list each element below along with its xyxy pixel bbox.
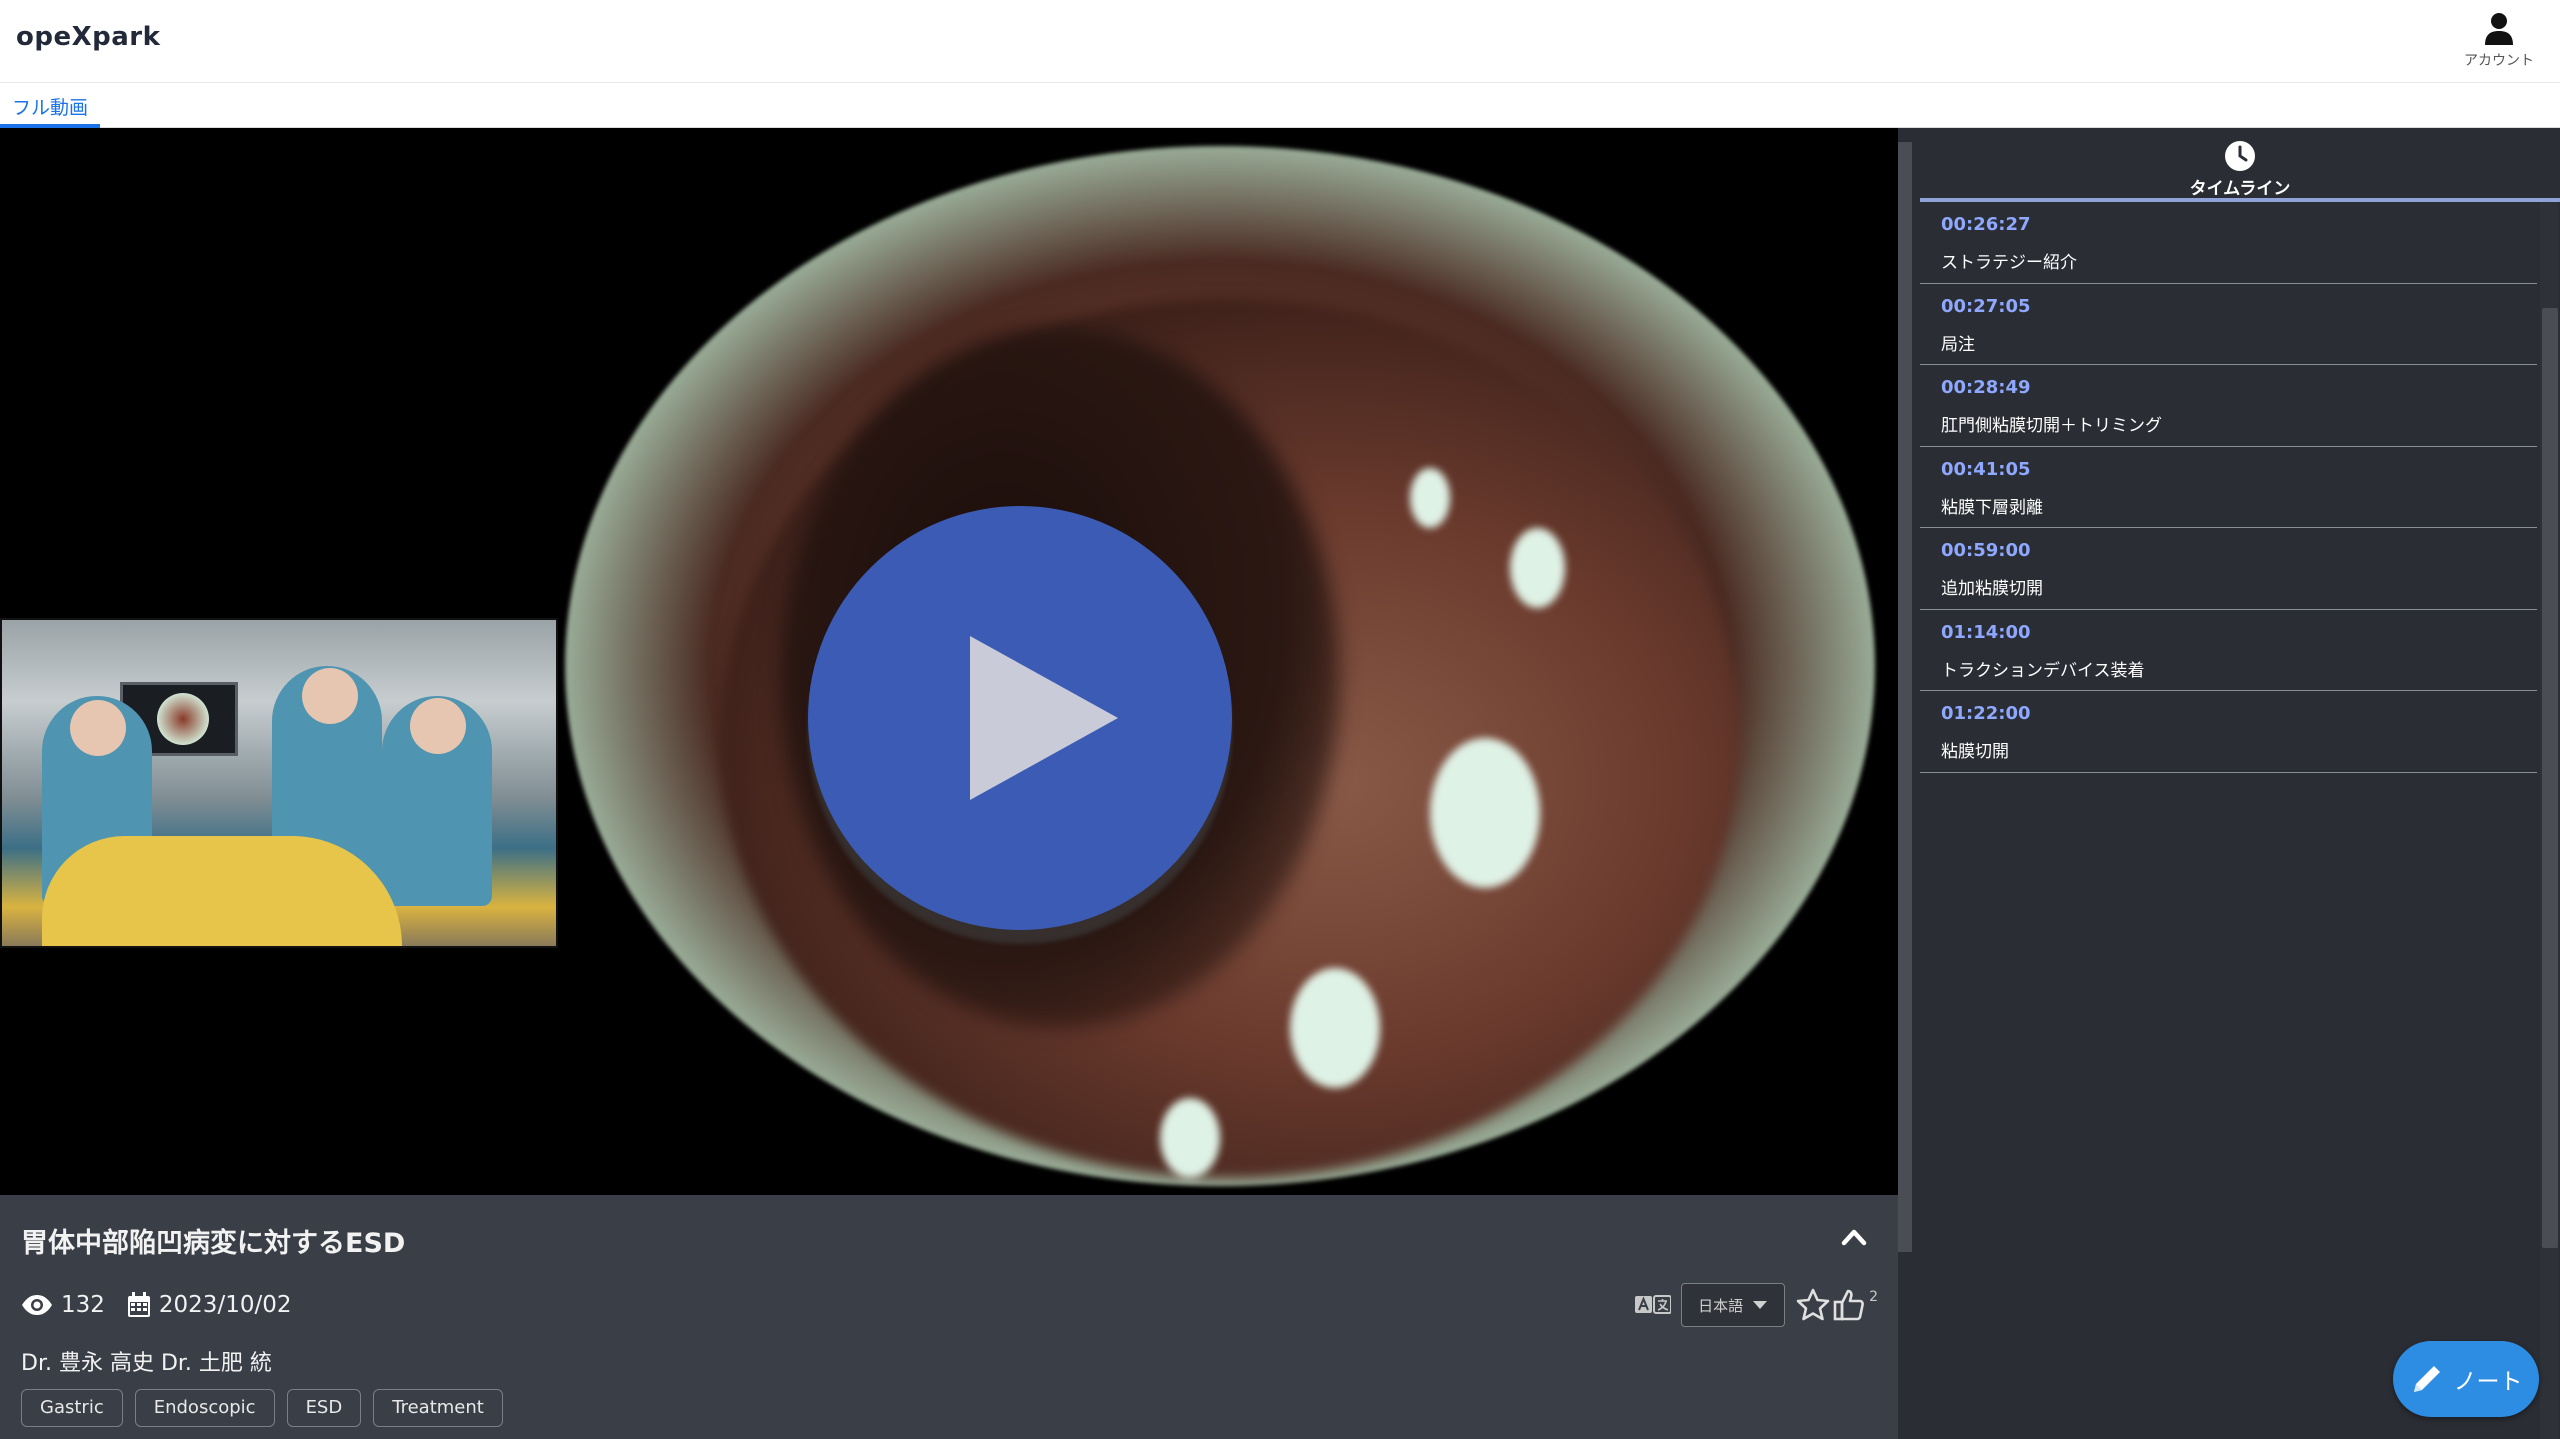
- video-title: 胃体中部陥凹病変に対するESD: [21, 1228, 406, 1259]
- collapse-info-button[interactable]: [1834, 1217, 1874, 1257]
- mucosa-mark: [1160, 1098, 1220, 1178]
- timeline-item[interactable]: 00:41:05 粘膜下層剥離: [1920, 447, 2537, 528]
- eye-icon: [22, 1295, 52, 1315]
- top-header: opeXpark アカウント: [0, 0, 2560, 83]
- pencil-icon: [2413, 1366, 2440, 1392]
- note-button[interactable]: ノート: [2393, 1341, 2539, 1417]
- timeline-item[interactable]: 01:14:00 トラクションデバイス装着: [1920, 610, 2537, 691]
- mucosa-mark: [1410, 468, 1450, 528]
- timeline-title: タイムライン: [2189, 179, 2291, 199]
- timeline-item[interactable]: 00:28:49 肛門側粘膜切開＋トリミング: [1920, 365, 2537, 447]
- timeline-panel: タイムライン 00:26:27 ストラテジー紹介 00:27:05 局注 00:…: [1920, 128, 2560, 1439]
- video-scrollbar[interactable]: [1898, 142, 1912, 1252]
- account-label: アカウント: [2464, 53, 2534, 69]
- timeline-scrollbar-thumb[interactable]: [2542, 308, 2558, 1248]
- timeline-header[interactable]: タイムライン: [1920, 128, 2560, 202]
- timeline-time: 00:26:27: [1941, 214, 2031, 235]
- play-icon: [970, 636, 1118, 800]
- pip-staff-head: [302, 668, 358, 724]
- timeline-item[interactable]: 00:59:00 追加粘膜切開: [1920, 528, 2537, 610]
- timeline-label: ストラテジー紹介: [1941, 253, 2077, 273]
- publish-date: 2023/10/02: [158, 1292, 292, 1318]
- tag-treatment[interactable]: Treatment: [373, 1389, 503, 1427]
- note-button-label: ノート: [2453, 1369, 2523, 1395]
- video-meta: 132 2023/10/02: [21, 1289, 291, 1321]
- language-value: 日本語: [1698, 1296, 1744, 1315]
- video-tabs: フル動画: [0, 83, 2560, 128]
- video-info-panel: 胃体中部陥凹病変に対するESD 132 2023/10/02 Dr. 豊永 高史…: [0, 1195, 1898, 1439]
- tag-gastric[interactable]: Gastric: [21, 1389, 123, 1427]
- timeline-time: 01:22:00: [1941, 703, 2031, 724]
- timeline-time: 00:41:05: [1941, 458, 2031, 480]
- play-button[interactable]: [808, 506, 1232, 930]
- picture-in-picture-room-view: [0, 618, 558, 948]
- mucosa-mark: [1510, 528, 1565, 608]
- clock-icon: [2225, 141, 2255, 171]
- tag-list: Gastric Endoscopic ESD Treatment: [21, 1389, 515, 1427]
- mucosa-mark: [1290, 968, 1380, 1088]
- app-logo[interactable]: opeXpark: [16, 22, 160, 52]
- timeline-time: 01:14:00: [1941, 621, 2031, 643]
- timeline-list: 00:26:27 ストラテジー紹介 00:27:05 局注 00:28:49 肛…: [1920, 202, 2537, 773]
- timeline-label: 粘膜下層剥離: [1941, 497, 2043, 518]
- video-authors: Dr. 豊永 高史 Dr. 土肥 統: [21, 1351, 272, 1376]
- timeline-time: 00:59:00: [1941, 540, 2031, 561]
- chevron-up-icon: [1841, 1229, 1867, 1246]
- user-icon: [2485, 13, 2513, 45]
- thumbs-up-icon[interactable]: [1831, 1287, 1867, 1323]
- app-root: opeXpark アカウント フル動画 胃体中部陥凹病変に対するESD 132 …: [0, 0, 2560, 1439]
- like-count: 2: [1869, 1289, 1878, 1305]
- video-tools: 日本語 2: [1635, 1283, 1878, 1327]
- timeline-item[interactable]: 00:26:27 ストラテジー紹介: [1920, 202, 2537, 284]
- timeline-label: 粘膜切開: [1941, 742, 2009, 762]
- timeline-item[interactable]: 00:27:05 局注: [1920, 284, 2537, 365]
- mucosa-mark: [1430, 738, 1540, 888]
- caret-down-icon: [1753, 1301, 1768, 1309]
- tag-esd[interactable]: ESD: [286, 1389, 362, 1427]
- pip-patient: [42, 836, 402, 946]
- timeline-label: 肛門側粘膜切開＋トリミング: [1941, 416, 2162, 436]
- tab-full-video[interactable]: フル動画: [0, 83, 101, 128]
- pip-staff-head: [410, 698, 466, 754]
- view-count: 132: [61, 1292, 105, 1318]
- timeline-time: 00:27:05: [1941, 295, 2031, 317]
- star-icon[interactable]: [1795, 1287, 1831, 1323]
- pip-staff-head: [70, 700, 126, 756]
- video-player[interactable]: [0, 128, 1898, 1195]
- timeline-label: 追加粘膜切開: [1941, 579, 2043, 599]
- timeline-label: 局注: [1941, 334, 1975, 355]
- translate-icon[interactable]: [1635, 1293, 1672, 1317]
- account-button[interactable]: アカウント: [2454, 12, 2544, 76]
- tag-endoscopic[interactable]: Endoscopic: [134, 1389, 275, 1427]
- calendar-icon: [127, 1292, 150, 1317]
- language-select[interactable]: 日本語: [1681, 1283, 1786, 1327]
- timeline-item[interactable]: 01:22:00 粘膜切開: [1920, 691, 2537, 773]
- timeline-time: 00:28:49: [1941, 377, 2031, 398]
- timeline-label: トラクションデバイス装着: [1941, 660, 2145, 681]
